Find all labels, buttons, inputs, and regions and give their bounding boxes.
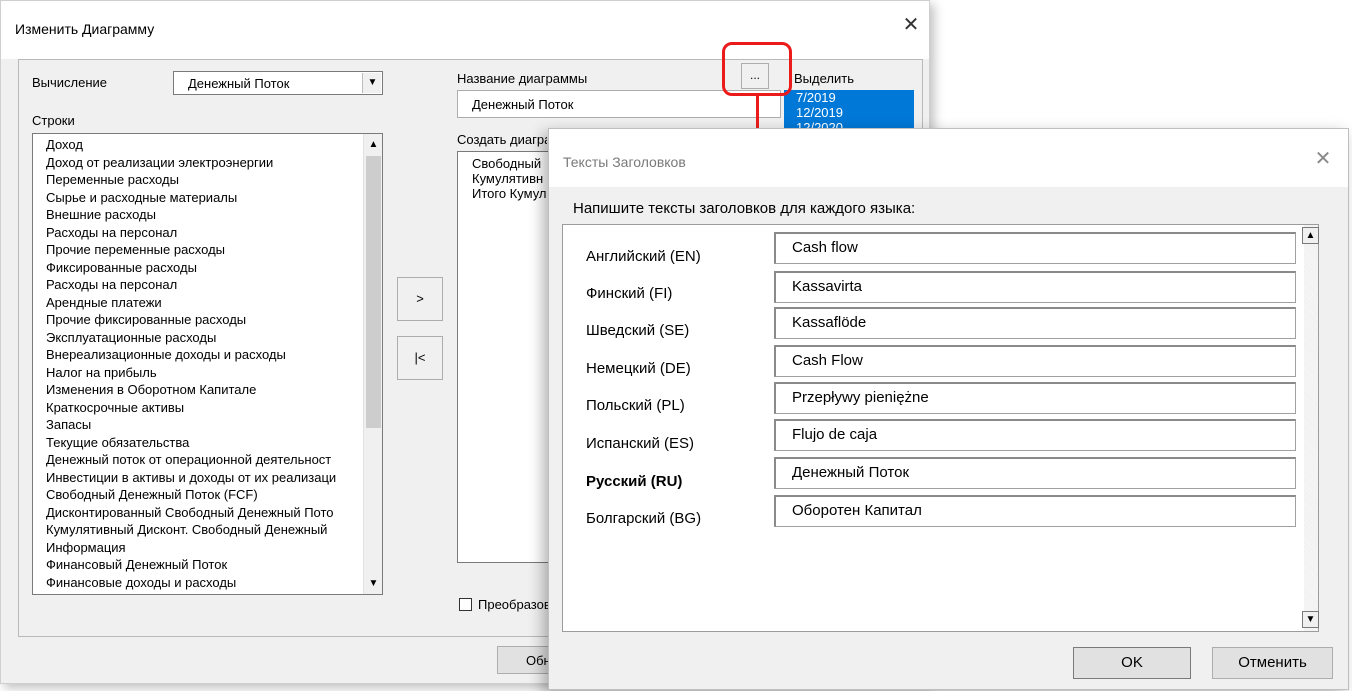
list-item[interactable]: Свободный Денежный Поток (FCF) xyxy=(46,486,366,504)
convert-checkbox[interactable] xyxy=(459,598,472,611)
title-texts-titlebar: Тексты Заголовков ✕ xyxy=(549,129,1348,187)
list-item[interactable]: Изменения в Оборотном Капитале xyxy=(46,381,366,399)
title-texts-dialog: Тексты Заголовков ✕ Напишите тексты заго… xyxy=(548,128,1349,690)
rows-scrollbar[interactable]: ▲ ▼ xyxy=(363,134,382,594)
list-item[interactable]: Финансовый Денежный Поток xyxy=(46,556,366,574)
scroll-up-icon[interactable]: ▲ xyxy=(365,136,382,153)
list-item[interactable]: Кумулятивный Дисконт. Свободный Денежный xyxy=(46,521,366,539)
title-input-bg[interactable]: Оборотен Капитал xyxy=(774,495,1296,527)
lang-label-en: Английский (EN) xyxy=(586,248,701,265)
lang-label-se: Шведский (SE) xyxy=(586,322,690,339)
list-item[interactable]: Фиксированные расходы xyxy=(46,259,366,277)
title-input-es-value: Flujo de caja xyxy=(792,426,878,443)
rows-label: Строки xyxy=(32,113,75,128)
languages-panel: Английский (EN) Cash flow Финский (FI) K… xyxy=(562,224,1319,632)
scroll-down-icon[interactable]: ▼ xyxy=(365,575,382,592)
cancel-button[interactable]: Отменить xyxy=(1212,647,1333,679)
list-item[interactable]: Прочие фиксированные расходы xyxy=(46,311,366,329)
create-chart-listbox[interactable]: Свободный Кумулятивн Итого Кумул xyxy=(457,151,549,563)
list-item[interactable]: Кумулятивн xyxy=(458,171,548,186)
title-input-en[interactable]: Cash flow xyxy=(774,232,1296,264)
languages-scrollbar[interactable]: ▲ ▼ xyxy=(1302,225,1319,631)
red-highlight-box xyxy=(722,42,792,96)
list-item[interactable]: Дисконтированный Свободный Денежный Пото xyxy=(46,504,366,522)
title-input-pl[interactable]: Przepływy pieniężne xyxy=(774,382,1296,414)
convert-label: Преобразовать xyxy=(478,597,548,612)
list-item[interactable]: Прочие переменные расходы xyxy=(46,241,366,259)
instruction-text: Напишите тексты заголовков для каждого я… xyxy=(573,200,916,217)
list-item[interactable]: Внереализационные доходы и расходы xyxy=(46,346,366,364)
title-input-en-value: Cash flow xyxy=(792,239,858,256)
list-item[interactable]: Расходы на персонал xyxy=(46,276,366,294)
list-item[interactable]: Налог на прибыль xyxy=(46,364,366,382)
list-item[interactable]: Эксплуатационные расходы xyxy=(46,329,366,347)
title-input-ru[interactable]: Денежный Поток xyxy=(774,457,1296,489)
lang-label-fi: Финский (FI) xyxy=(586,285,673,302)
list-item[interactable]: 12/2019 xyxy=(784,105,914,120)
list-item[interactable]: Внешние расходы xyxy=(46,206,366,224)
add-row-button[interactable]: > xyxy=(397,277,443,321)
title-input-se[interactable]: Kassaflöde xyxy=(774,307,1296,339)
title-input-se-value: Kassaflöde xyxy=(792,314,867,331)
list-item[interactable]: Запасы xyxy=(46,416,366,434)
scroll-down-icon[interactable]: ▼ xyxy=(1302,611,1319,628)
calculation-select-value: Денежный Поток xyxy=(188,76,290,91)
calculation-select[interactable]: Денежный Поток ▼ xyxy=(173,71,383,95)
calculation-label: Вычисление xyxy=(32,75,108,90)
list-item[interactable]: Арендные платежи xyxy=(46,294,366,312)
list-item[interactable]: Инвестиции в активы и доходы от их реали… xyxy=(46,469,366,487)
lang-label-de: Немецкий (DE) xyxy=(586,360,691,377)
rows-listbox[interactable]: Доход Доход от реализации электроэнергии… xyxy=(32,133,383,595)
chevron-down-icon: ▼ xyxy=(367,77,378,88)
list-item[interactable]: Свободный xyxy=(458,156,548,171)
list-item[interactable]: Переменные расходы xyxy=(46,171,366,189)
chart-name-label: Название диаграммы xyxy=(457,71,588,86)
title-texts-title: Тексты Заголовков xyxy=(563,154,686,170)
title-input-fi[interactable]: Kassavirta xyxy=(774,271,1296,303)
list-item[interactable]: Доход xyxy=(46,136,366,154)
title-input-de[interactable]: Cash Flow xyxy=(774,345,1296,377)
remove-row-button[interactable]: |< xyxy=(397,336,443,380)
list-item[interactable]: Денежный поток от операционной деятельно… xyxy=(46,451,366,469)
select-label: Выделить xyxy=(794,71,854,86)
title-input-ru-value: Денежный Поток xyxy=(792,464,910,481)
rows-scroll-thumb[interactable] xyxy=(366,156,381,428)
list-item[interactable]: Текущие обязательства xyxy=(46,434,366,452)
list-item[interactable]: Сырье и расходные материалы xyxy=(46,189,366,207)
edit-chart-title: Изменить Диаграмму xyxy=(15,21,155,37)
title-input-de-value: Cash Flow xyxy=(792,352,863,369)
ok-button[interactable]: OK xyxy=(1073,647,1191,679)
list-item[interactable]: Краткосрочные активы xyxy=(46,399,366,417)
title-input-es[interactable]: Flujo de caja xyxy=(774,419,1296,451)
title-input-bg-value: Оборотен Капитал xyxy=(792,502,922,519)
list-item[interactable]: Доход от реализации электроэнергии xyxy=(46,154,366,172)
list-item[interactable]: Итого Кумул xyxy=(458,186,548,201)
edit-chart-close-icon[interactable]: ✕ xyxy=(899,13,923,37)
lang-label-ru: Русский (RU) xyxy=(586,473,683,490)
title-texts-close-icon[interactable]: ✕ xyxy=(1311,147,1335,171)
chart-name-value: Денежный Поток xyxy=(472,97,574,112)
list-item[interactable]: 7/2019 xyxy=(784,90,914,105)
scroll-up-icon[interactable]: ▲ xyxy=(1302,227,1319,244)
title-input-fi-value: Kassavirta xyxy=(792,278,863,295)
title-input-pl-value: Przepływy pieniężne xyxy=(792,389,929,406)
lang-label-es: Испанский (ES) xyxy=(586,435,695,452)
lang-label-bg: Болгарский (BG) xyxy=(586,510,702,527)
rows-items: Доход Доход от реализации электроэнергии… xyxy=(46,136,366,591)
list-item[interactable]: Информация xyxy=(46,539,366,557)
create-chart-label: Создать диаграмму xyxy=(457,132,547,147)
list-item[interactable]: Финансовые доходы и расходы xyxy=(46,574,366,592)
list-item[interactable]: Расходы на персонал xyxy=(46,224,366,242)
calculation-dropdown-button[interactable]: ▼ xyxy=(362,73,381,93)
lang-label-pl: Польский (PL) xyxy=(586,397,685,414)
